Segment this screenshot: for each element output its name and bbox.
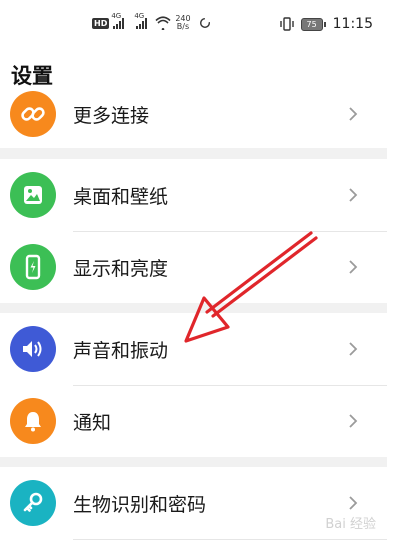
status-icons-right: 75 11:15 bbox=[279, 13, 373, 35]
battery-icon: 75 bbox=[300, 17, 326, 31]
settings-group-security: 生物识别和密码 bbox=[0, 467, 387, 550]
settings-item-label: 生物识别和密码 bbox=[73, 493, 207, 516]
group-separator bbox=[0, 303, 387, 313]
status-bar: HD 4G 4G 240 B/s 75 11:15 bbox=[0, 0, 400, 46]
group-separator bbox=[0, 457, 387, 467]
baidu-watermark: Bai 经验 bbox=[325, 517, 376, 532]
settings-group-connectivity: 更多连接 bbox=[0, 91, 387, 148]
bell-icon bbox=[25, 412, 41, 432]
network-speed: 240 B/s bbox=[175, 14, 191, 31]
chevron-right-icon bbox=[349, 188, 358, 202]
hd-badge: HD bbox=[92, 17, 110, 29]
wallpaper-icon-bg bbox=[10, 172, 56, 218]
settings-group-sound-notify: 声音和振动 通知 bbox=[0, 313, 387, 457]
settings-item-more-connections[interactable]: 更多连接 bbox=[0, 78, 387, 150]
settings-group-display: 桌面和壁纸 显示和亮度 bbox=[0, 159, 387, 303]
group-separator bbox=[0, 148, 387, 159]
chevron-right-icon bbox=[349, 496, 358, 510]
settings-item-sound-vibration[interactable]: 声音和振动 bbox=[0, 313, 387, 385]
vibrate-icon bbox=[279, 17, 294, 31]
settings-item-label: 更多连接 bbox=[73, 104, 150, 127]
signal-icon-1: 4G bbox=[111, 12, 125, 29]
status-icons-left: HD 4G 4G 240 B/s bbox=[92, 12, 211, 33]
link-icon bbox=[21, 107, 45, 121]
row-divider bbox=[73, 539, 387, 540]
settings-item-wallpaper[interactable]: 桌面和壁纸 bbox=[0, 159, 387, 231]
settings-item-display-brightness[interactable]: 显示和亮度 bbox=[0, 231, 387, 303]
notifications-icon-bg bbox=[10, 398, 56, 444]
more-connections-icon-bg bbox=[10, 91, 56, 137]
status-time: 11:15 bbox=[332, 16, 373, 32]
image-icon bbox=[24, 186, 42, 204]
chevron-right-icon bbox=[349, 414, 358, 428]
wifi-icon bbox=[155, 16, 171, 30]
biometrics-icon-bg bbox=[10, 480, 56, 526]
settings-item-label: 显示和亮度 bbox=[73, 257, 169, 280]
chevron-right-icon bbox=[349, 260, 358, 274]
settings-item-label: 桌面和壁纸 bbox=[73, 185, 169, 208]
settings-item-notifications[interactable]: 通知 bbox=[0, 385, 387, 457]
chevron-right-icon bbox=[349, 107, 358, 121]
chevron-right-icon bbox=[349, 342, 358, 356]
speaker-icon bbox=[23, 341, 42, 357]
sound-icon-bg bbox=[10, 326, 56, 372]
key-icon bbox=[23, 492, 43, 512]
phone-brightness-icon bbox=[25, 254, 41, 280]
display-icon-bg bbox=[10, 244, 56, 290]
sync-icon bbox=[199, 17, 210, 29]
settings-item-label: 通知 bbox=[73, 411, 112, 434]
settings-item-label: 声音和振动 bbox=[73, 339, 169, 362]
signal-icon-2: 4G bbox=[134, 12, 148, 29]
